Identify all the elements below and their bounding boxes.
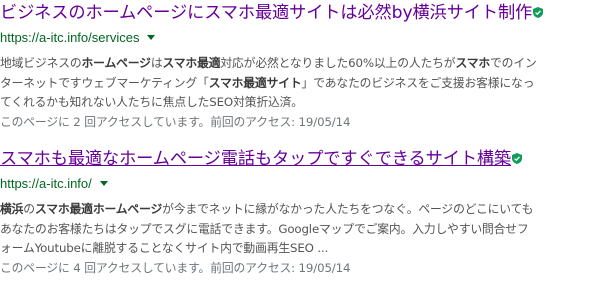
snippet-keyword: スマホ <box>455 56 491 70</box>
result-title-text: ビジネスのホームページにスマホ最適サイトは必然by横浜サイト制作 <box>0 3 533 23</box>
snippet-line: てくれるかも知れない人たちに焦点したSEO対策折込済。 <box>0 93 606 113</box>
snippet-text: あなたのお客様たちはタップでスグに電話できます。Googleマップでご案内。入力… <box>0 221 529 236</box>
snippet-text: ターネットですウェブマーケティング「 <box>0 75 209 90</box>
verified-shield-icon <box>533 7 544 18</box>
snippet-line: ターネットですウェブマーケティング「スマホ最適サイト」であなたのビジネスをご支援… <box>0 74 606 94</box>
snippet-text: 対応が必然となりました60%以上の人たちが <box>220 56 456 70</box>
snippet-text: 」であなたのビジネスをご支援お客様になっ <box>301 75 535 90</box>
result-url: https://a-itc.info/ <box>0 176 92 191</box>
result-snippet: 地域ビジネスのホームページはスマホ最適対応が必然となりました60%以上の人たちが… <box>0 54 606 132</box>
snippet-text: でのイン <box>490 56 537 70</box>
snippet-text: は <box>150 56 163 70</box>
snippet-text: ォームYoutubeに離脱することなくサイト内で動画再生SEO ... <box>0 241 329 255</box>
visit-info: このページに 4 回アクセスしています。前回のアクセス: 19/05/14 <box>0 260 351 275</box>
result-url-row: https://a-itc.info/ <box>0 175 606 193</box>
snippet-line: 地域ビジネスのホームページはスマホ最適対応が必然となりました60%以上の人たちが… <box>0 54 606 74</box>
snippet-line: あなたのお客様たちはタップでスグに電話できます。Googleマップでご案内。入力… <box>0 220 606 240</box>
snippet-line: ォームYoutubeに離脱することなくサイト内で動画再生SEO ... <box>0 239 606 259</box>
snippet-text: てくれるかも知れない人たちに焦点したSEO対策折込済。 <box>0 95 303 109</box>
caret-down-icon[interactable] <box>147 35 156 40</box>
snippet-keyword: スマホ最適 <box>162 56 221 70</box>
snippet-keyword: スマホ最適サイト <box>208 75 302 90</box>
snippet-text: 地域ビジネスの <box>0 56 82 70</box>
result-title-link[interactable]: スマホも最適なホームページ電話もタップですぐできるサイト構築 <box>0 148 606 170</box>
verified-shield-icon <box>512 153 523 164</box>
search-result: スマホも最適なホームページ電話もタップですぐできるサイト構築 https://a… <box>0 148 606 278</box>
result-snippet: 横浜のスマホ最適ホームページが今までネットに縁がなかった人たちをつなぐ。ページの… <box>0 200 606 278</box>
result-title-link[interactable]: ビジネスのホームページにスマホ最適サイトは必然by横浜サイト制作 <box>0 2 606 24</box>
snippet-keyword: 横浜 <box>0 202 24 216</box>
caret-down-icon[interactable] <box>99 181 108 186</box>
visit-info: このページに 2 回アクセスしています。前回のアクセス: 19/05/14 <box>0 114 351 129</box>
result-title-text: スマホも最適なホームページ電話もタップですぐできるサイト構築 <box>0 149 512 169</box>
result-url-row: https://a-itc.info/services <box>0 29 606 47</box>
snippet-line: 横浜のスマホ最適ホームページが今までネットに縁がなかった人たちをつなぐ。ページの… <box>0 200 606 220</box>
snippet-text: の <box>23 202 35 216</box>
result-url: https://a-itc.info/services <box>0 30 140 45</box>
snippet-text: が今までネットに縁がなかった人たちをつなぐ。ページのどこにいても <box>162 202 534 216</box>
snippet-keyword: スマホ最適ホームページ <box>34 202 163 216</box>
snippet-keyword: ホームページ <box>81 56 151 70</box>
search-result: ビジネスのホームページにスマホ最適サイトは必然by横浜サイト制作 https:/… <box>0 2 606 132</box>
